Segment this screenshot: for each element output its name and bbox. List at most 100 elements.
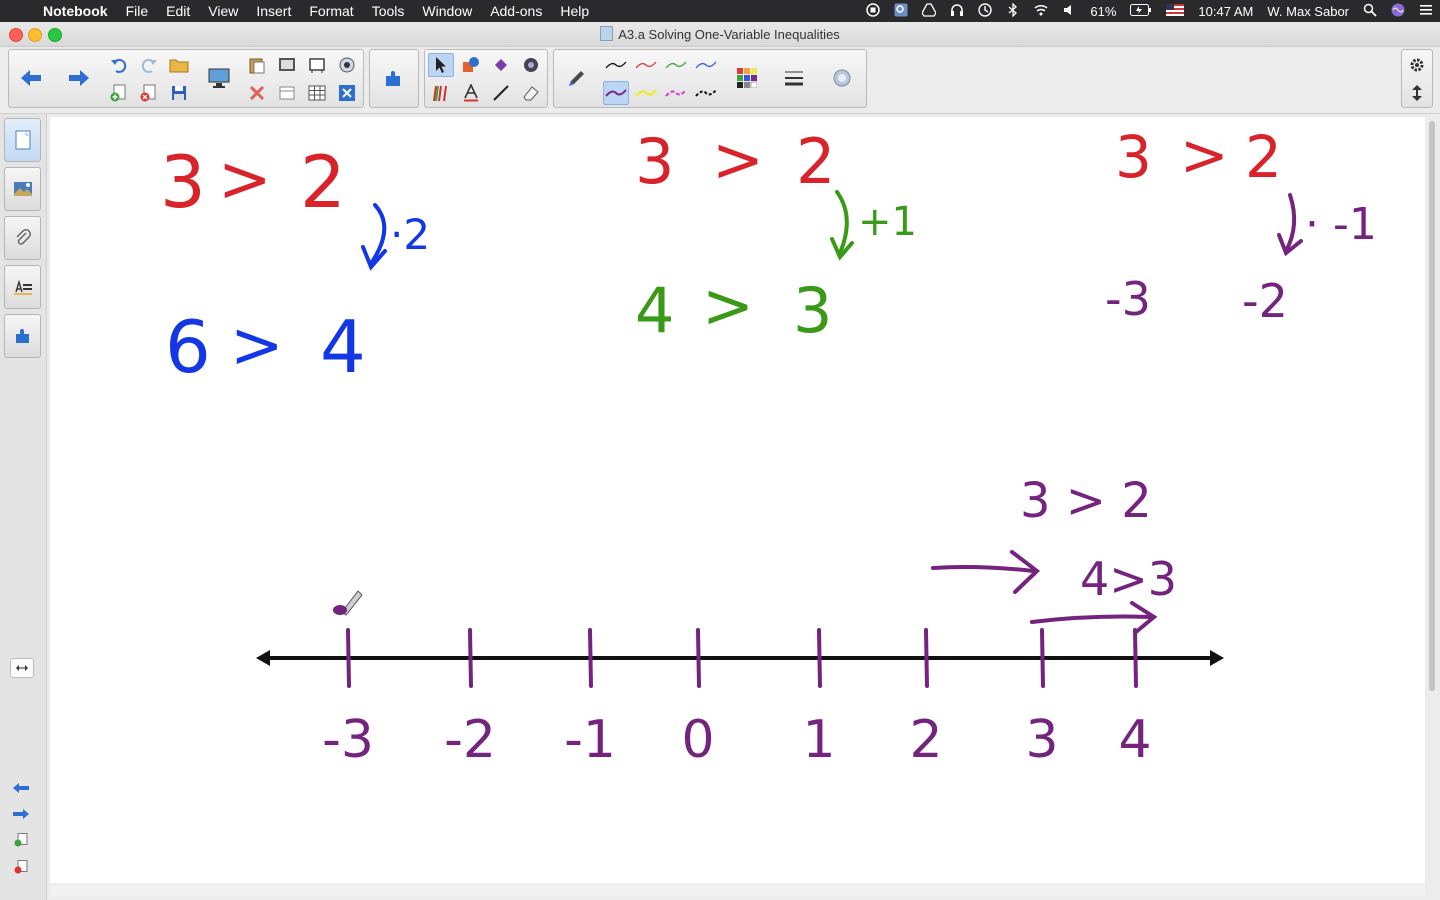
window-title-bar: A3.a Solving One-Variable Inequalities: [0, 22, 1440, 47]
number-line-label: 3: [1025, 710, 1058, 770]
volume-icon[interactable]: [1055, 3, 1083, 20]
horizontal-scrollbar[interactable]: [50, 885, 1425, 897]
battery-percent[interactable]: 61%: [1083, 4, 1123, 19]
text-icon[interactable]: [458, 81, 484, 105]
vertical-scroll-thumb[interactable]: [1429, 121, 1435, 691]
delete-icon[interactable]: [244, 81, 270, 105]
clear-page-icon[interactable]: [274, 81, 300, 105]
number-line-tick: [924, 628, 929, 688]
menu-insert[interactable]: Insert: [247, 0, 300, 22]
fill-icon[interactable]: [488, 53, 514, 77]
menu-edit[interactable]: Edit: [157, 0, 199, 22]
menu-window[interactable]: Window: [413, 0, 481, 22]
addons-tab-icon[interactable]: [4, 314, 41, 358]
screen-capture-icon[interactable]: [304, 53, 330, 77]
drive-icon[interactable]: [915, 2, 943, 20]
number-line-label: -1: [564, 710, 616, 770]
ex1-res-op: >: [230, 309, 284, 383]
table-icon[interactable]: [304, 81, 330, 105]
document-icon: [600, 26, 614, 41]
battery-icon[interactable]: [1123, 3, 1159, 19]
menu-app-notebook[interactable]: Notebook: [34, 0, 117, 22]
zoom-icon[interactable]: [887, 3, 915, 20]
screen-shade-icon[interactable]: [274, 53, 300, 77]
clock-time[interactable]: 10:47 AM: [1191, 4, 1260, 19]
back-arrow-icon[interactable]: [13, 53, 49, 103]
pen-style-magenta-icon[interactable]: [663, 81, 689, 105]
document-camera-icon[interactable]: [334, 53, 360, 77]
select-icon[interactable]: [428, 53, 454, 77]
menu-bar: Notebook File Edit View Insert Format To…: [0, 0, 1440, 22]
pen-style-yellow-icon[interactable]: [633, 81, 659, 105]
gallery-icon[interactable]: [4, 167, 41, 211]
forward-arrow-icon[interactable]: [61, 53, 97, 103]
delete-page-icon[interactable]: [136, 81, 162, 105]
pens-icon[interactable]: [428, 81, 454, 105]
redo-icon[interactable]: [136, 53, 162, 77]
vertical-scrollbar[interactable]: [1427, 117, 1437, 883]
siri-icon[interactable]: [1384, 3, 1412, 20]
line-icon[interactable]: [488, 81, 514, 105]
ex3-left: 3: [1115, 123, 1152, 191]
previous-page-icon[interactable]: [10, 779, 32, 797]
menu-format[interactable]: Format: [300, 0, 362, 22]
menu-tools[interactable]: Tools: [363, 0, 414, 22]
properties-tab-icon[interactable]: [4, 265, 41, 309]
number-line-tick: [346, 628, 351, 688]
pen-style-blue-icon[interactable]: [693, 53, 719, 77]
settings-icon[interactable]: [1404, 53, 1430, 77]
shapes-icon[interactable]: [458, 53, 484, 77]
fullscreen-icon[interactable]: [334, 81, 360, 105]
shift-arrow-upper: [931, 565, 1035, 573]
menu-help[interactable]: Help: [551, 0, 598, 22]
ex1-op: >: [218, 143, 272, 217]
number-line-tick: [468, 628, 473, 688]
number-line-left-arrow: [256, 650, 270, 666]
pen-style-purple-icon[interactable]: [603, 81, 629, 105]
attachments-icon[interactable]: [4, 216, 41, 260]
delete-page-sidebar-icon[interactable]: [10, 858, 32, 876]
addons-icon[interactable]: [376, 53, 412, 103]
display-icon[interactable]: [201, 53, 237, 103]
screen-record-icon[interactable]: [859, 2, 887, 20]
pen-style-green-icon[interactable]: [663, 53, 689, 77]
wifi-icon[interactable]: [1027, 3, 1055, 20]
sidebar-resize-icon[interactable]: [10, 658, 34, 678]
add-page-icon[interactable]: [106, 81, 132, 105]
properties-icon[interactable]: [824, 53, 860, 103]
whiteboard-canvas[interactable]: 3 > 2 ·2 6 > 4 3 > 2 +1 4 > 3 3 > 2 · -1…: [50, 117, 1425, 883]
pen-style-black-icon[interactable]: [603, 53, 629, 77]
next-page-icon[interactable]: [10, 805, 32, 823]
notification-center-icon[interactable]: [1412, 3, 1440, 20]
number-line-tick: [817, 628, 822, 688]
eraser-icon[interactable]: [518, 81, 544, 105]
pen-style-red-icon[interactable]: [633, 53, 659, 77]
paste-icon[interactable]: [244, 53, 270, 77]
ex3-res-right: -2: [1242, 274, 1288, 328]
color-palette-icon[interactable]: [729, 53, 765, 103]
menu-file[interactable]: File: [117, 0, 158, 22]
number-line-label: 1: [802, 710, 835, 770]
flag-icon[interactable]: [1159, 3, 1191, 19]
time-machine-icon[interactable]: [971, 2, 999, 20]
line-style-icon[interactable]: [776, 53, 812, 103]
add-page-sidebar-icon[interactable]: [10, 831, 32, 849]
pen-style-dashed-icon[interactable]: [693, 81, 719, 105]
undo-icon[interactable]: [106, 53, 132, 77]
save-icon[interactable]: [166, 81, 192, 105]
pen-icon[interactable]: [559, 53, 595, 103]
status-area: 61% 10:47 AM W. Max Sabor: [859, 0, 1440, 22]
page-sorter-icon[interactable]: [4, 118, 41, 162]
menu-addons[interactable]: Add-ons: [481, 0, 551, 22]
open-folder-icon[interactable]: [166, 53, 192, 77]
headphones-icon[interactable]: [943, 3, 971, 20]
magic-pen-icon[interactable]: [518, 53, 544, 77]
spotlight-icon[interactable]: [1356, 3, 1384, 20]
example-multiply: 3 > 2 ·2 6 > 4: [160, 140, 430, 389]
move-toolbar-icon[interactable]: [1404, 81, 1430, 105]
bluetooth-icon[interactable]: [999, 2, 1027, 20]
toolbar-group-addons: [369, 49, 419, 108]
note-inequality-1: 3 > 2: [1020, 473, 1152, 529]
menu-view[interactable]: View: [199, 0, 247, 22]
user-name[interactable]: W. Max Sabor: [1260, 4, 1356, 19]
